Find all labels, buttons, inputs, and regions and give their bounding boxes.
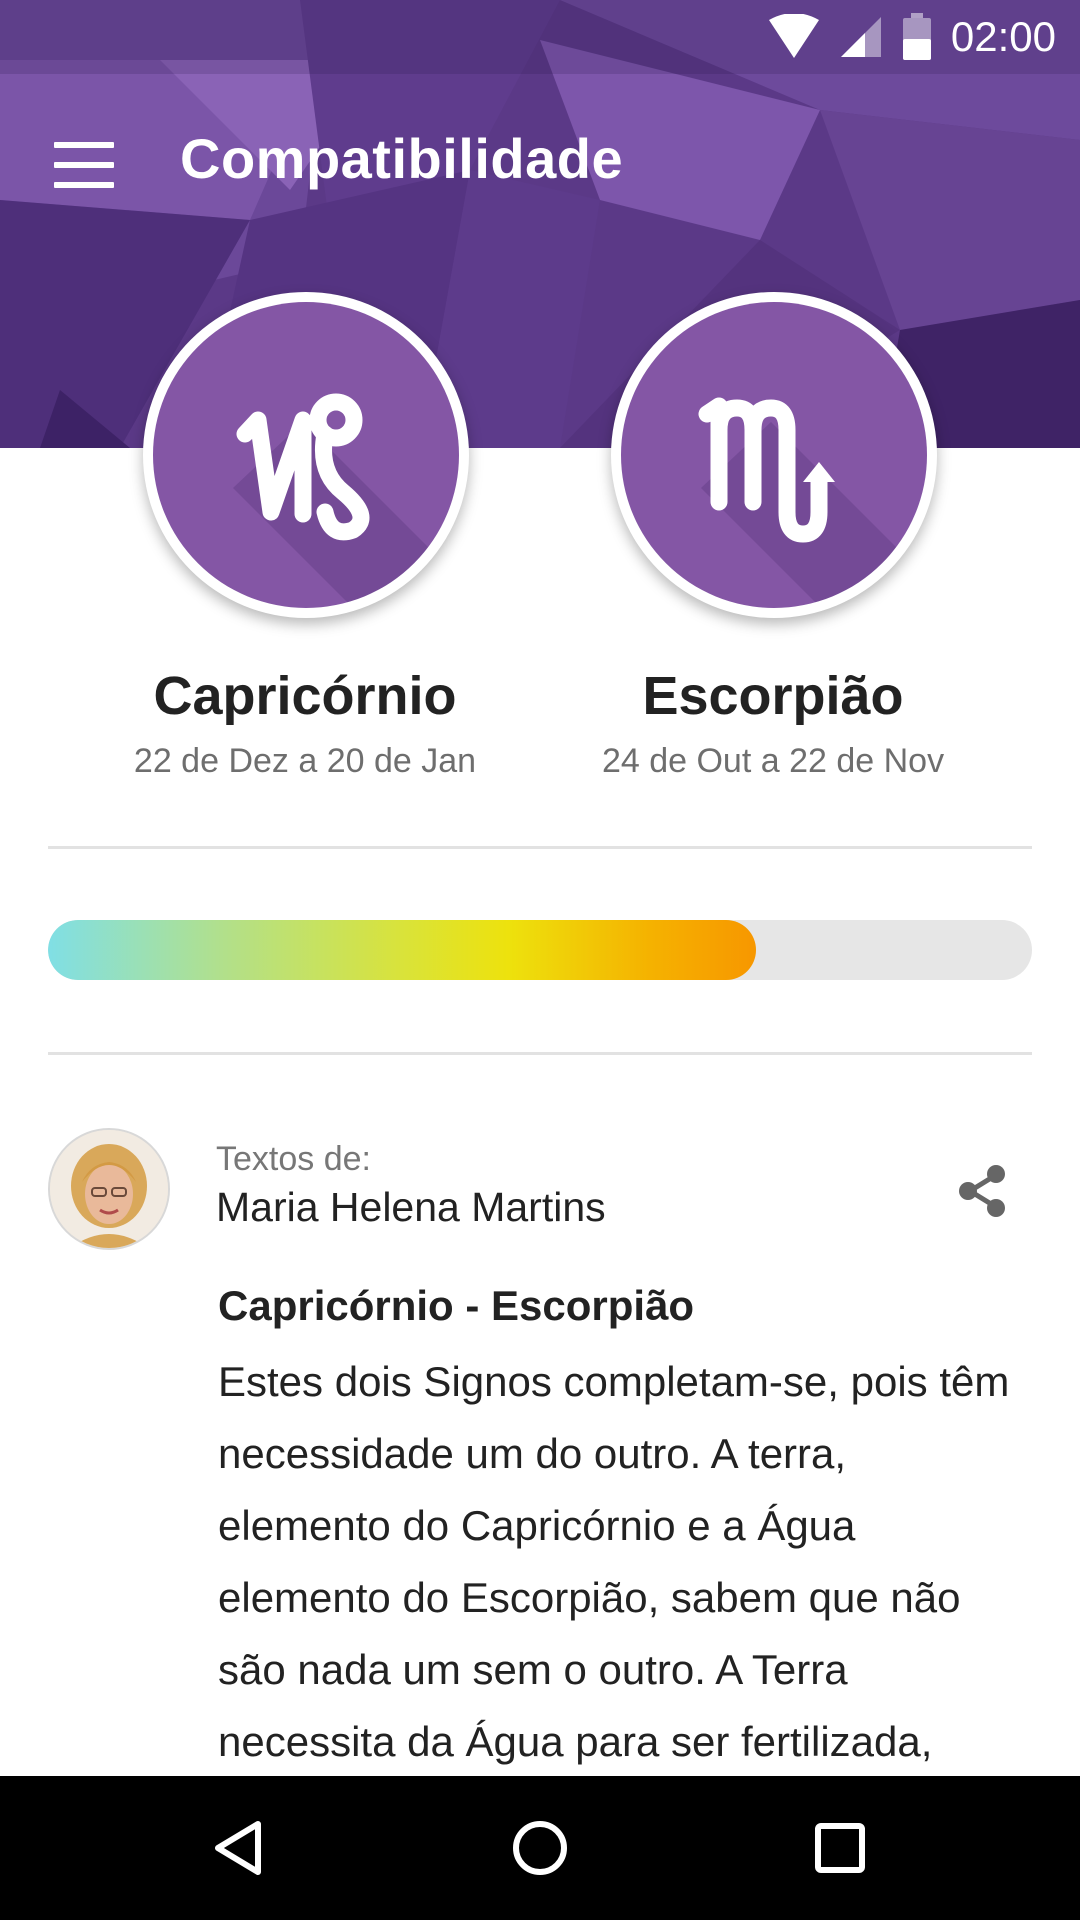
battery-icon [902,13,931,60]
divider-bottom [48,1052,1032,1055]
home-icon[interactable] [490,1798,590,1898]
capricorn-sign-button[interactable] [143,292,469,618]
signal-icon [840,17,881,57]
hamburger-menu-icon[interactable] [40,124,124,204]
sign-name-left: Capricórnio [153,666,457,726]
status-bar: 02:00 [0,0,1080,74]
back-icon[interactable] [190,1798,290,1898]
author-name: Maria Helena Martins [216,1184,606,1230]
recents-icon[interactable] [790,1798,890,1898]
capricorn-circle [153,302,459,608]
app-bar: Compatibilidade [0,74,1080,248]
article-body: Estes dois Signos completam-se, pois têm… [218,1358,1010,1765]
sign-dates-right: 24 de Out a 22 de Nov [601,742,945,780]
navigation-bar [0,1776,1080,1920]
share-icon[interactable] [950,1158,1016,1224]
wifi-icon [768,14,819,58]
capricorn-icon [233,393,459,608]
sign-name-right: Escorpião [642,666,904,726]
clock: 02:00 [950,13,1056,60]
scorpio-circle [621,302,927,608]
compatibility-bar [48,920,1032,980]
scorpio-icon [698,397,927,608]
divider-top [48,846,1032,849]
article-title: Capricórnio - Escorpião [218,1282,695,1329]
scorpio-sign-button[interactable] [611,292,937,618]
author-label: Textos de: [216,1140,371,1178]
sign-dates-left: 22 de Dez a 20 de Jan [133,742,477,780]
avatar [48,1128,170,1250]
compatibility-bar-fill [48,920,757,980]
status-icons: 02:00 [767,12,1056,62]
author-photo [50,1130,168,1248]
page-title: Compatibilidade [180,127,624,190]
